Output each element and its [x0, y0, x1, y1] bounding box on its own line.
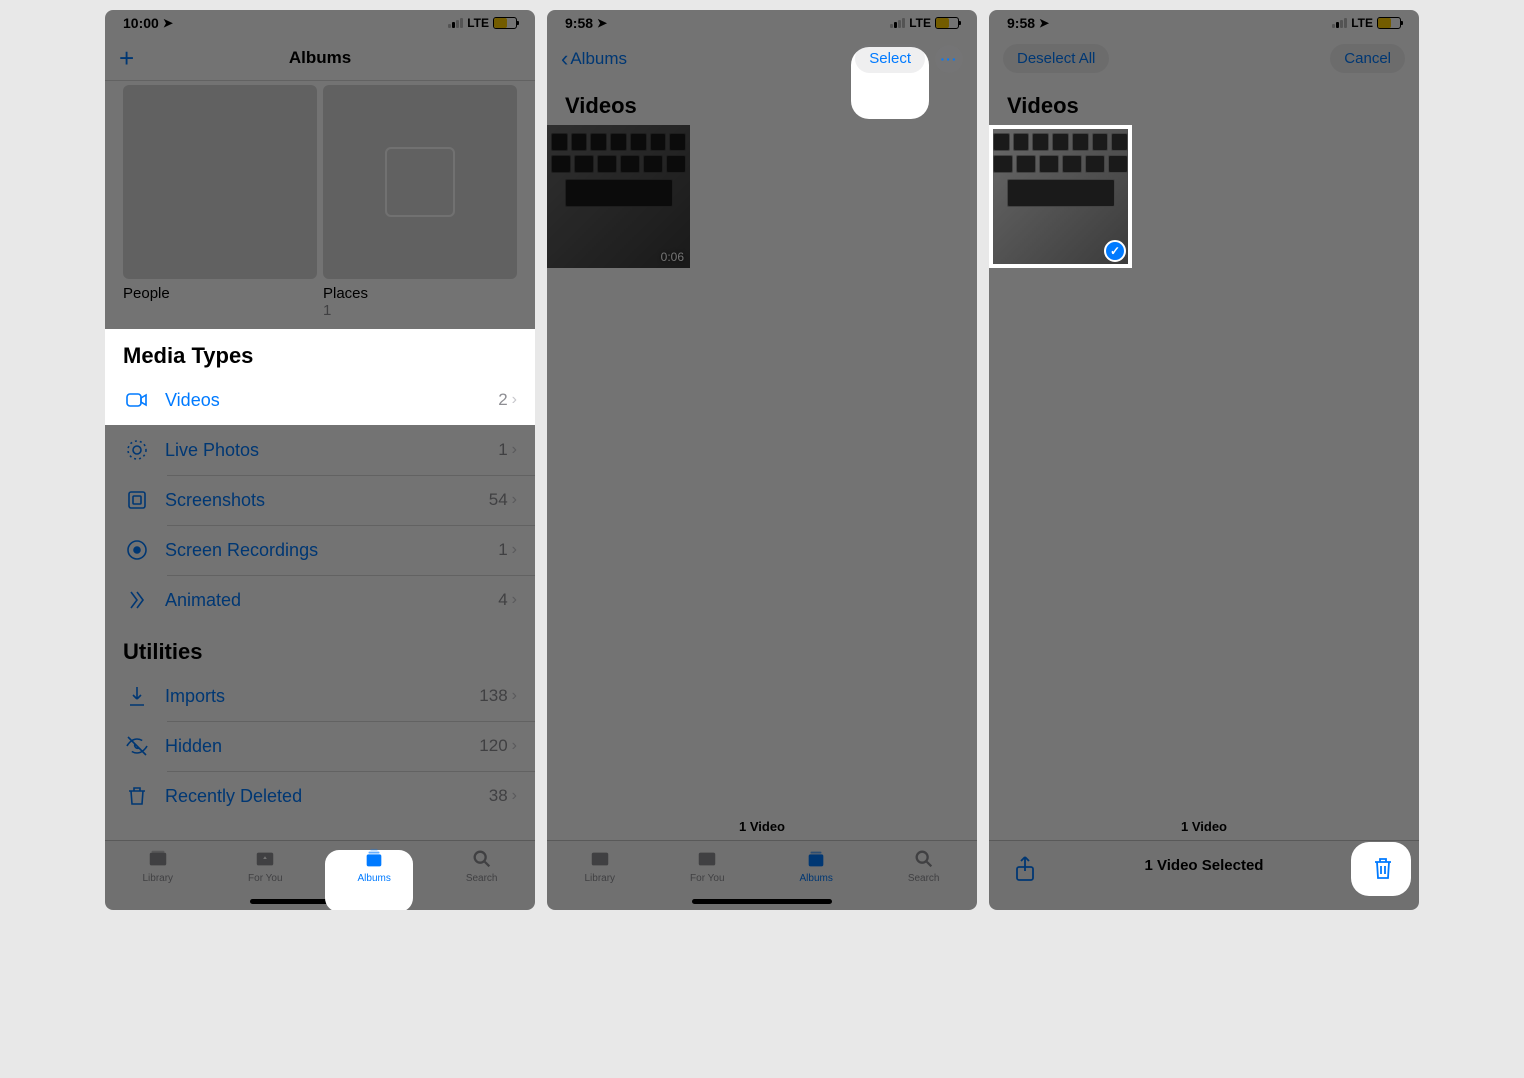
- recording-icon: [123, 536, 151, 564]
- nav-bar: Deselect All Cancel: [989, 36, 1419, 81]
- tab-bar: Library For You Albums Search: [105, 840, 535, 910]
- utilities-header: Utilities: [105, 625, 535, 671]
- delete-button[interactable]: [1371, 855, 1395, 883]
- nav-bar: + Albums: [105, 36, 535, 81]
- phone-screen-3: 9:58 ➤ LTE Deselect All Cancel Videos ✓ …: [989, 10, 1419, 910]
- row-count: 2: [498, 390, 507, 410]
- utility-row-hidden[interactable]: Hidden 120 ›: [105, 721, 535, 771]
- back-label: Albums: [570, 49, 627, 69]
- hidden-icon: [123, 732, 151, 760]
- video-thumbnail-selected[interactable]: ✓: [989, 125, 1132, 268]
- album-name: People: [123, 285, 317, 302]
- tab-albums[interactable]: Albums: [799, 847, 832, 884]
- screenshot-icon: [123, 486, 151, 514]
- row-label: Videos: [165, 390, 498, 411]
- tab-search[interactable]: Search: [908, 847, 940, 884]
- tab-albums[interactable]: Albums: [357, 847, 390, 884]
- tab-library[interactable]: Library: [142, 847, 173, 884]
- albums-icon: [802, 847, 830, 871]
- chevron-right-icon: ›: [512, 737, 517, 755]
- battery-icon: [1377, 17, 1401, 29]
- cancel-button[interactable]: Cancel: [1330, 44, 1405, 73]
- search-icon: [468, 847, 496, 871]
- video-duration: 0:06: [661, 250, 684, 264]
- signal-icon: [1332, 18, 1347, 28]
- album-count: 1: [323, 302, 517, 319]
- animated-icon: [123, 586, 151, 614]
- location-icon: ➤: [597, 16, 607, 30]
- network-label: LTE: [1351, 16, 1373, 30]
- status-bar: 9:58 ➤ LTE: [989, 10, 1419, 36]
- search-icon: [910, 847, 938, 871]
- status-bar: 10:00 ➤ LTE: [105, 10, 535, 36]
- chevron-right-icon: ›: [512, 391, 517, 409]
- video-thumbnail[interactable]: 0:06: [547, 125, 690, 268]
- video-icon: [123, 386, 151, 414]
- video-count-label: 1 Video: [989, 813, 1419, 840]
- add-button[interactable]: +: [119, 43, 134, 74]
- media-row-animated[interactable]: Animated 4 ›: [105, 575, 535, 625]
- chevron-right-icon: ›: [512, 491, 517, 509]
- trash-icon: [123, 782, 151, 810]
- select-button[interactable]: Select: [855, 44, 925, 73]
- more-button[interactable]: ···: [935, 45, 963, 73]
- status-time: 10:00: [123, 15, 159, 31]
- phone-screen-2: 9:58 ➤ LTE ‹ Albums Select ··· Videos: [547, 10, 977, 910]
- back-button[interactable]: ‹ Albums: [561, 46, 627, 72]
- battery-icon: [935, 17, 959, 29]
- library-icon: [144, 847, 172, 871]
- deselect-all-button[interactable]: Deselect All: [1003, 44, 1109, 73]
- chevron-right-icon: ›: [512, 687, 517, 705]
- tab-bar: Library For You Albums Search: [547, 840, 977, 910]
- foryou-icon: [251, 847, 279, 871]
- utility-row-recently-deleted[interactable]: Recently Deleted 38 ›: [105, 771, 535, 821]
- library-icon: [586, 847, 614, 871]
- album-people[interactable]: People: [123, 85, 317, 319]
- status-bar: 9:58 ➤ LTE: [547, 10, 977, 36]
- foryou-icon: [693, 847, 721, 871]
- tab-for-you[interactable]: For You: [690, 847, 724, 884]
- location-icon: ➤: [163, 16, 173, 30]
- tab-library[interactable]: Library: [584, 847, 615, 884]
- media-row-screenrecordings[interactable]: Screen Recordings 1 ›: [105, 525, 535, 575]
- video-count-label: 1 Video: [547, 813, 977, 840]
- media-row-videos[interactable]: Videos 2 ›: [105, 375, 535, 425]
- media-types-header: Media Types: [105, 329, 535, 375]
- chevron-right-icon: ›: [512, 441, 517, 459]
- chevron-right-icon: ›: [512, 787, 517, 805]
- nav-title: Albums: [105, 48, 535, 68]
- selected-check-icon: ✓: [1104, 240, 1126, 262]
- page-title: Videos: [989, 81, 1419, 125]
- signal-icon: [448, 18, 463, 28]
- status-time: 9:58: [1007, 15, 1035, 31]
- status-time: 9:58: [565, 15, 593, 31]
- battery-icon: [493, 17, 517, 29]
- tab-for-you[interactable]: For You: [248, 847, 282, 884]
- share-button[interactable]: [1013, 855, 1037, 883]
- phone-screen-1: 10:00 ➤ LTE + Albums People Places 1: [105, 10, 535, 910]
- utility-row-imports[interactable]: Imports 138 ›: [105, 671, 535, 721]
- album-places[interactable]: Places 1: [323, 85, 517, 319]
- location-icon: ➤: [1039, 16, 1049, 30]
- media-row-screenshots[interactable]: Screenshots 54 ›: [105, 475, 535, 525]
- chevron-left-icon: ‹: [561, 46, 568, 72]
- imports-icon: [123, 682, 151, 710]
- signal-icon: [890, 18, 905, 28]
- albums-icon: [360, 847, 388, 871]
- chevron-right-icon: ›: [512, 541, 517, 559]
- media-row-livephotos[interactable]: Live Photos 1 ›: [105, 425, 535, 475]
- livephoto-icon: [123, 436, 151, 464]
- network-label: LTE: [909, 16, 931, 30]
- tab-search[interactable]: Search: [466, 847, 498, 884]
- chevron-right-icon: ›: [512, 591, 517, 609]
- album-name: Places: [323, 285, 517, 302]
- home-indicator[interactable]: [692, 899, 832, 904]
- network-label: LTE: [467, 16, 489, 30]
